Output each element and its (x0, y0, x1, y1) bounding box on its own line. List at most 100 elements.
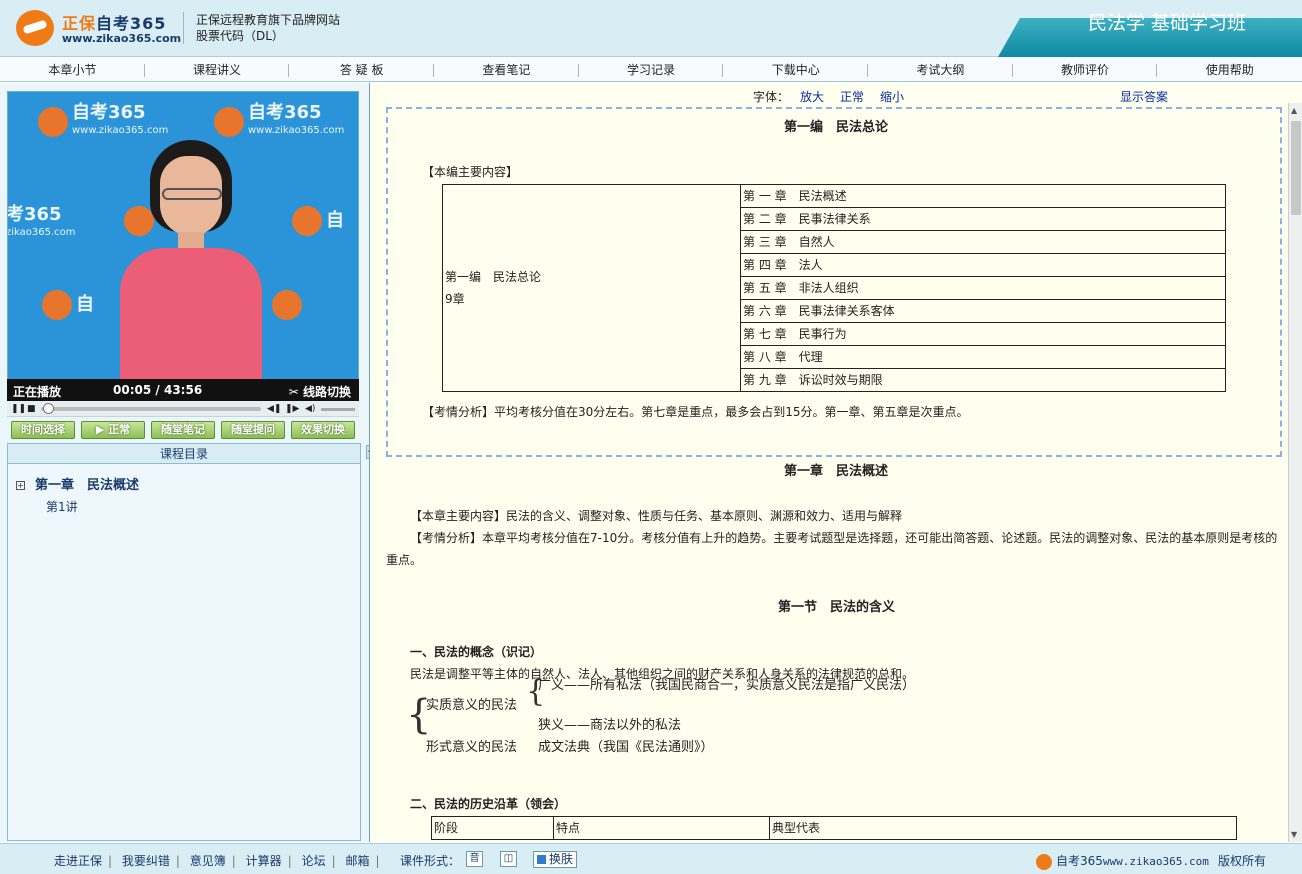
brand-logo-icon (1036, 853, 1052, 870)
chapter-cell: 第 八 章 代理 (740, 345, 1226, 369)
skin-icon (537, 855, 546, 864)
font-toolbar: 字体： 放大 正常 缩小 显示答案 (370, 85, 1288, 104)
tree-formal: 形式意义的民法 (426, 740, 518, 755)
video-player[interactable]: 自考365 www.zikao365.com 自考365 www.zikao365.… (7, 91, 359, 381)
nav-chapter-summary[interactable]: 本章小节 (0, 58, 145, 81)
chapter-cell: 第 四 章 法人 (740, 253, 1226, 277)
footer-link-calculator[interactable]: 计算器 (246, 854, 282, 868)
player-button-row: 时间选择 ▶ 正常 随堂笔记 随堂提问 效果切换 (7, 421, 359, 441)
history-heading: 二、民法的历史沿革（领会） (410, 797, 567, 811)
section-title: 第一节 民法的含义 (778, 600, 896, 615)
left-panel: 自考365 www.zikao365.com 自考365 www.zikao365.… (7, 91, 361, 841)
nav-download-center[interactable]: 下载中心 (723, 58, 868, 81)
footer-link-mail[interactable]: 邮箱 (345, 854, 369, 868)
watermark-logo-icon (214, 107, 244, 137)
part-analysis: 【考情分析】平均考核分值在30分左右。第七章是重点，最多会占到15分。第一章、第… (422, 405, 969, 419)
chapter-analysis-cont: 重点。 (386, 553, 423, 567)
class-notes-button[interactable]: 随堂笔记 (151, 421, 215, 439)
video-watermark: 自考365 www.zikao365.com (214, 104, 344, 140)
footer-link-forum[interactable]: 论坛 (302, 854, 326, 868)
part-title: 第一编 民法总论 (784, 120, 889, 135)
table-row: 阶段 特点 典型代表 (431, 816, 1237, 840)
line-switch[interactable]: ✂ 线路切换 (289, 383, 351, 400)
time-select-button[interactable]: 时间选择 (11, 421, 75, 439)
split-layout-icon[interactable]: ◫ (500, 851, 517, 867)
chapter-main-content: 【本章主要内容】民法的含义、调整对象、性质与任务、基本原则、渊源和效力、适用与解… (410, 509, 903, 523)
watermark-logo-icon (38, 107, 68, 137)
content-scrollbar[interactable]: ▲ ▼ (1288, 103, 1302, 842)
table-row: 第一编 民法总论 9章 第 一 章 民法概述 (442, 184, 1226, 392)
header: 正保自考365 www.zikao365.com 正保远程教育旗下品牌网站 股票… (0, 0, 1302, 57)
footer-link-report-error[interactable]: 我要纠错 (122, 854, 170, 868)
stop-icon[interactable]: ■ (27, 403, 36, 415)
site-logo[interactable]: 正保自考365 www.zikao365.com (16, 8, 181, 48)
part-cell: 第一编 民法总论 9章 (442, 184, 741, 392)
watermark-logo-icon (292, 206, 322, 236)
forward-icon[interactable]: ❚▶ (285, 403, 299, 415)
change-skin-button[interactable]: 换肤 (533, 851, 578, 868)
part-chapter-table: 第一编 民法总论 9章 第 一 章 民法概述 第 二 章 民事法律关系 第 三 … (442, 184, 1226, 392)
rewind-icon[interactable]: ◀❚ (267, 403, 281, 415)
footer: 走进正保 | 我要纠错 | 意见簿 | 计算器 | 论坛 | 邮箱 | 课件形式： 音 ◫ … (0, 843, 1302, 874)
logo-title: 正保自考365 (62, 14, 167, 33)
scroll-down-icon[interactable]: ▼ (1291, 830, 1297, 839)
courseware-mode-label: 课件形式： (400, 854, 461, 868)
chapter-analysis: 【考情分析】本章平均考核分值在7-10分。考核分值有上升的趋势。主要考试题型是选… (410, 531, 1278, 545)
tree-formal-desc: 成文法典（我国《民法通则》） (538, 740, 714, 755)
tree-broad: 广义——所有私法（我国民商合一，实质意义民法是指广义民法） (538, 678, 916, 693)
progress-track[interactable] (41, 407, 261, 411)
nav-teacher-review[interactable]: 教师评价 (1013, 58, 1158, 81)
tree-narrow: 狭义——商法以外的私法 (538, 718, 682, 733)
watermark-logo-icon (272, 290, 302, 320)
expand-icon[interactable]: + (16, 481, 25, 490)
footer-link-feedback[interactable]: 意见簿 (190, 854, 226, 868)
slogan: 正保远程教育旗下品牌网站 股票代码（DL） (196, 13, 341, 43)
main-area: 自考365 www.zikao365.com 自考365 www.zikao365.… (0, 83, 1302, 842)
chapter-cell: 第 二 章 民事法律关系 (740, 207, 1226, 231)
scroll-thumb[interactable] (1291, 121, 1301, 215)
logo-icon (16, 10, 54, 46)
class-question-button[interactable]: 随堂提问 (221, 421, 285, 439)
chapter-cell: 第 五 章 非法人组织 (740, 276, 1226, 300)
footer-brand: 自考365www.zikao365.com (1036, 852, 1209, 870)
volume-icon[interactable]: ◀) (305, 403, 315, 415)
chapter-cell: 第 九 章 诉讼时效与期限 (740, 368, 1226, 392)
video-watermark: 自考365 www.zikao365.com (38, 104, 168, 140)
table-header-cell: 特点 (553, 816, 770, 840)
scroll-up-icon[interactable]: ▲ (1291, 106, 1297, 115)
play-status: 正在播放 (13, 385, 62, 399)
video-watermark: 自 (292, 206, 344, 236)
footer-links: 走进正保 | 我要纠错 | 意见簿 | 计算器 | 论坛 | 邮箱 | (54, 854, 380, 868)
nav-course-handout[interactable]: 课程讲义 (145, 58, 290, 81)
course-title: 民法学 基础学习班 (1087, 12, 1246, 34)
chapter-cell: 第 六 章 民事法律关系客体 (740, 299, 1226, 323)
tree-substantive: 实质意义的民法 (426, 698, 518, 713)
effect-switch-button[interactable]: 效果切换 (291, 421, 355, 439)
table-header-cell: 阶段 (431, 816, 554, 840)
nav-exam-outline[interactable]: 考试大纲 (868, 58, 1013, 81)
watermark-logo-icon (42, 290, 72, 320)
copyright: 版权所有 (1218, 854, 1267, 868)
history-table: 阶段 特点 典型代表 (431, 816, 1237, 840)
normal-speed-button[interactable]: ▶ 正常 (81, 421, 145, 439)
chapter-cell: 第 七 章 民事行为 (740, 322, 1226, 346)
pause-icon[interactable]: ❚❚ (11, 403, 26, 415)
nav-qa-board[interactable]: 答 疑 板 (289, 58, 434, 81)
concept-heading: 一、民法的概念（识记） (410, 645, 543, 659)
progress-knob[interactable] (43, 403, 55, 414)
chapter-cell: 第 一 章 民法概述 (740, 184, 1226, 208)
volume-slider[interactable] (321, 408, 355, 411)
header-divider (183, 12, 184, 44)
catalog-title: 课程目录 (8, 444, 360, 464)
nav-study-record[interactable]: 学习记录 (579, 58, 724, 81)
footer-link-about[interactable]: 走进正保 (54, 854, 102, 868)
chapter-cell: 第 三 章 自然人 (740, 230, 1226, 254)
nav-view-notes[interactable]: 查看笔记 (434, 58, 579, 81)
nav-help[interactable]: 使用帮助 (1157, 58, 1302, 81)
top-nav: 本章小节 课程讲义 答 疑 板 查看笔记 学习记录 下载中心 考试大纲 教师评价… (0, 58, 1302, 82)
catalog-chapter-1[interactable]: + 第一章 民法概述 (16, 474, 139, 493)
audio-mode-icon[interactable]: 音 (466, 851, 483, 867)
catalog-lecture-1[interactable]: 第1讲 (46, 498, 78, 515)
player-controls: ❚❚ ■ ◀❚ ❚▶ ◀) (7, 401, 359, 417)
course-catalog: 课程目录 + 第一章 民法概述 第1讲 (7, 443, 361, 841)
